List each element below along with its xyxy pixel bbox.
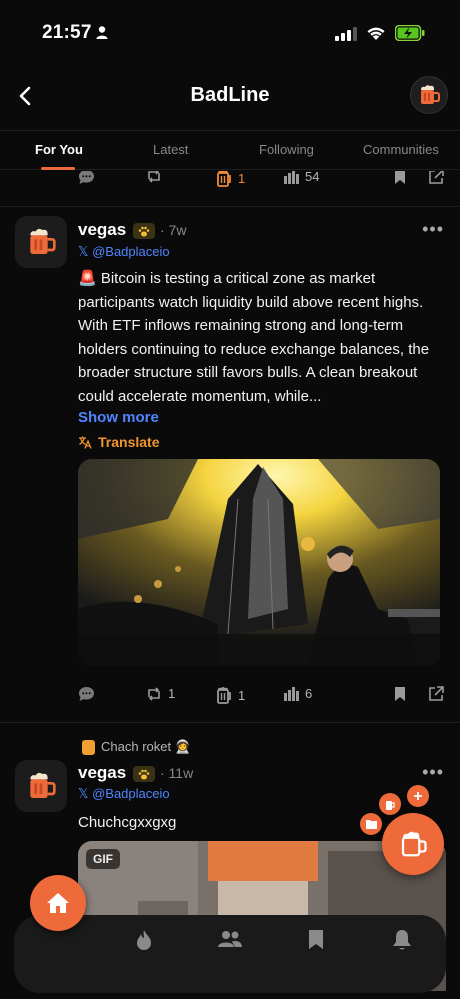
share-icon xyxy=(429,686,444,701)
compose-fab-cluster xyxy=(344,785,444,885)
post-text: 🚨 Bitcoin is testing a critical zone as … xyxy=(78,270,430,405)
beer-mug-icon xyxy=(217,171,231,187)
translate-icon xyxy=(79,436,92,449)
share-icon xyxy=(429,171,444,184)
bottom-nav xyxy=(14,915,446,993)
beer-mug-logo-icon xyxy=(421,85,440,104)
fire-icon[interactable] xyxy=(135,929,153,951)
post-illustration xyxy=(78,459,440,666)
beer-mug-logo-icon xyxy=(30,228,56,254)
beer-mug-logo-icon xyxy=(30,772,56,798)
profile-avatar[interactable] xyxy=(410,76,448,114)
views-count: 6 xyxy=(305,686,313,701)
post1-actions: 1 1 6 xyxy=(78,686,446,708)
paw-badge xyxy=(133,223,155,239)
cheers-count: 1 xyxy=(238,687,246,703)
bookmark-icon xyxy=(395,171,405,184)
gif-tag: GIF xyxy=(86,849,120,869)
wifi-icon xyxy=(367,27,385,40)
views-button[interactable]: 54 xyxy=(284,171,319,184)
author-name[interactable]: vegas xyxy=(78,220,126,240)
home-icon xyxy=(47,893,69,913)
comment-button[interactable] xyxy=(78,686,95,702)
repost-icon xyxy=(148,686,160,701)
cheers-count: 1 xyxy=(238,171,246,186)
home-button[interactable] xyxy=(30,875,86,931)
reposter-name: Chach roket 🧑‍🚀 xyxy=(101,739,191,754)
person-icon xyxy=(96,26,108,39)
views-count: 54 xyxy=(305,171,320,184)
cheers-button[interactable]: 1 xyxy=(216,171,245,187)
repost-button[interactable] xyxy=(146,171,162,183)
show-more-link[interactable]: Show more xyxy=(78,409,159,426)
paw-icon xyxy=(138,769,150,779)
tab-latest[interactable]: Latest xyxy=(153,142,188,157)
post-time: · 7w xyxy=(160,222,187,238)
paw-badge xyxy=(133,766,155,782)
author-avatar[interactable] xyxy=(15,760,67,812)
comment-icon xyxy=(79,687,94,701)
divider xyxy=(0,206,460,207)
bookmark-button[interactable] xyxy=(394,686,406,702)
bookmark-icon[interactable] xyxy=(308,929,324,950)
media-mini-button[interactable] xyxy=(360,813,382,835)
status-bar: 21:57 xyxy=(0,0,460,64)
reposter-avatar xyxy=(82,739,95,755)
post-time: · 11w xyxy=(160,765,194,781)
beer-mini-button[interactable] xyxy=(379,793,401,815)
community-icon[interactable] xyxy=(217,929,243,949)
author-avatar[interactable] xyxy=(15,216,67,268)
author-name[interactable]: vegas xyxy=(78,763,126,783)
paw-icon xyxy=(138,226,150,236)
divider xyxy=(0,722,460,723)
cheers-button[interactable]: 1 xyxy=(216,686,245,704)
bookmark-button[interactable] xyxy=(394,171,406,185)
cellular-signal-icon xyxy=(335,27,357,41)
share-button[interactable] xyxy=(428,171,444,185)
repost-count: 1 xyxy=(168,686,176,701)
views-button[interactable]: 6 xyxy=(284,686,312,701)
add-mini-button[interactable] xyxy=(407,785,429,807)
bookmark-icon xyxy=(395,687,405,701)
plus-icon xyxy=(414,792,422,800)
status-time: 21:57 xyxy=(42,22,92,43)
post-image[interactable] xyxy=(78,459,440,666)
translate-button[interactable]: Translate xyxy=(78,434,159,450)
compose-button[interactable] xyxy=(382,813,444,875)
beer-mug-logo-icon xyxy=(401,831,427,857)
folder-icon xyxy=(365,820,377,829)
page-title: BadLine xyxy=(190,84,270,106)
bar-chart-icon xyxy=(284,171,299,184)
nav-header: BadLine xyxy=(0,64,460,130)
tab-following[interactable]: Following xyxy=(259,142,314,157)
battery-charging-icon xyxy=(395,25,425,41)
more-options-button[interactable]: ••• xyxy=(422,762,444,783)
comment-button[interactable] xyxy=(78,171,95,185)
author-handle[interactable]: 𝕏 @Badplaceio xyxy=(78,786,170,802)
repost-icon xyxy=(148,171,160,183)
comment-icon xyxy=(79,171,94,184)
bell-icon[interactable] xyxy=(392,929,412,951)
tab-communities[interactable]: Communities xyxy=(363,142,439,157)
translate-label: Translate xyxy=(98,434,160,450)
beer-mug-icon xyxy=(217,687,231,704)
repost-button[interactable]: 1 xyxy=(146,686,175,701)
tab-for-you[interactable]: For You xyxy=(35,142,83,157)
share-button[interactable] xyxy=(428,686,444,702)
feed-tabs: For You Latest Following Communities xyxy=(0,130,460,170)
reposted-by-label[interactable]: Chach roket 🧑‍🚀 xyxy=(82,739,191,755)
bar-chart-icon xyxy=(284,686,299,701)
author-handle[interactable]: 𝕏 @Badplaceio xyxy=(78,244,170,260)
beer-mug-icon xyxy=(386,800,395,810)
more-options-button[interactable]: ••• xyxy=(422,219,444,240)
active-tab-indicator xyxy=(41,167,75,170)
previous-post-actions: 1 54 xyxy=(78,171,446,191)
